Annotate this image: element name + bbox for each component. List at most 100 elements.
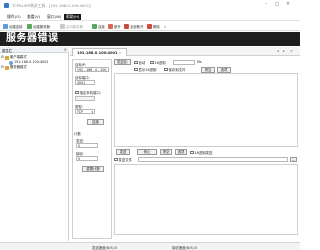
- connection-panel: 目标IP: 192 . 168 . 0 . 100 目标端口: 4001 指定本…: [70, 57, 300, 241]
- stop-send-button[interactable]: 停止: [137, 149, 157, 155]
- delete-button[interactable]: 删除: [147, 23, 160, 30]
- send-file-path-input[interactable]: [138, 157, 288, 162]
- start-server-button[interactable]: 启动服务器: [60, 23, 83, 30]
- menu-view[interactable]: 查看(V): [25, 14, 42, 20]
- folder-icon: [4, 55, 9, 60]
- create-connection-icon: [3, 24, 8, 29]
- checkbox-box: [75, 90, 79, 95]
- target-port-input[interactable]: 4001: [75, 80, 95, 85]
- create-connection-label: 创建连接: [9, 25, 23, 29]
- maximize-button[interactable]: □: [273, 2, 281, 8]
- properties-title: 属性栏: [2, 49, 13, 53]
- reset-count-button[interactable]: 重置计数: [82, 166, 104, 172]
- disconnect-all-icon: [124, 24, 129, 29]
- browse-file-button[interactable]: ...: [290, 157, 297, 162]
- banner-title: 服务器错误: [6, 33, 59, 44]
- tab-scroll-left-icon[interactable]: ◂: [277, 49, 279, 53]
- window-title: TCP&UDP测试工具 - [192.168.0.100:4001]: [12, 3, 91, 8]
- send-options-button[interactable]: 选项: [175, 149, 187, 155]
- chevron-down-icon: ▾: [91, 110, 93, 114]
- disconnect-button[interactable]: 断开: [108, 23, 121, 30]
- recv-speed-status: 接收速度(B/S):0: [172, 246, 198, 250]
- connect-icon: [92, 24, 97, 29]
- checkbox-box: [164, 67, 168, 72]
- connect-label: 连接: [98, 25, 105, 29]
- banner: 服务器错误: [0, 32, 300, 46]
- auto-send-checkbox[interactable]: 自动: [134, 60, 145, 65]
- specify-local-port-checkbox[interactable]: 指定本机端口:: [75, 90, 101, 95]
- recv-count-field: 0: [76, 156, 98, 161]
- app-icon: [4, 3, 9, 8]
- start-server-label: 启动服务器: [66, 25, 83, 29]
- type-select[interactable]: TCP ▾: [75, 109, 95, 114]
- disconnect-all-button[interactable]: 全部断开: [124, 23, 144, 30]
- menu-help[interactable]: 帮助(H): [64, 14, 82, 20]
- interval-input[interactable]: [173, 60, 195, 65]
- disconnect-all-label: 全部断开: [130, 25, 144, 29]
- save-to-file-label: 保存到文件: [168, 68, 186, 72]
- properties-close-icon[interactable]: ×: [64, 47, 67, 52]
- tree-item-label: 服务器模式: [9, 65, 27, 69]
- recv-hex-checkbox[interactable]: 16进制: [150, 60, 166, 65]
- hex-send-checkbox[interactable]: 16进制发送: [190, 150, 212, 155]
- tree-server-mode[interactable]: ⊟ 服务器模式: [1, 65, 67, 70]
- type-value: TCP: [77, 110, 83, 114]
- menu-operation[interactable]: 操作(O): [5, 14, 23, 20]
- count-label: 计数: [74, 132, 81, 136]
- send-file-label: 发送文件: [118, 158, 133, 162]
- checkbox-box: [134, 60, 138, 65]
- tab-scroll-right-icon[interactable]: ▸: [283, 49, 285, 53]
- send-file-checkbox[interactable]: 发送文件: [114, 157, 132, 162]
- send-area-label-button[interactable]: 发送区:: [114, 59, 131, 65]
- create-server-label: 创建服务器: [33, 25, 50, 29]
- title-bar: TCP&UDP测试工具 - [192.168.0.100:4001] – □ ✕: [0, 0, 300, 12]
- close-button[interactable]: ✕: [284, 2, 292, 8]
- checkbox-box: [190, 150, 194, 155]
- create-server-icon: [27, 24, 32, 29]
- receive-text-area[interactable]: [114, 73, 298, 147]
- send-clear-button[interactable]: 清空: [160, 149, 172, 155]
- sent-count-field: 0: [76, 143, 98, 148]
- connection-icon: [9, 60, 13, 65]
- checkbox-box: [150, 60, 154, 65]
- tab-close-icon[interactable]: ×: [119, 51, 122, 55]
- tab-label: 192.168.0.100:4001: [77, 50, 118, 55]
- minimize-button[interactable]: –: [262, 2, 270, 8]
- config-box: 目标IP: 192 . 168 . 0 . 100 目标端口: 4001 指定本…: [72, 59, 112, 239]
- connect-panel-button[interactable]: 连接: [87, 119, 104, 125]
- menu-window[interactable]: 窗口(W): [45, 14, 63, 20]
- hex-send-label: 16进制发送: [194, 151, 213, 155]
- folder-icon: [4, 65, 9, 70]
- send-speed-status: 发送速度(B/S):0: [92, 246, 118, 250]
- connection-tree: ⊟ 客户端模式 192.168.0.100:4001 ⊟ 服务器模式: [1, 55, 67, 70]
- tab-close-all-icon[interactable]: ×: [290, 49, 293, 53]
- save-to-file-checkbox[interactable]: 保存到文件: [164, 67, 185, 72]
- disconnect-label: 断开: [114, 25, 121, 29]
- checkbox-box: [114, 157, 118, 162]
- toolbar: 创建连接 创建服务器 启动服务器 连接 断开 全部断开 删除 »: [0, 22, 300, 31]
- interval-unit: Ms: [197, 60, 202, 64]
- properties-pane: 属性栏 × ⊟ 客户端模式 192.168.0.100:4001 ⊟ 服务器模式: [0, 47, 69, 241]
- connect-button[interactable]: 连接: [92, 23, 105, 30]
- display-hex-checkbox[interactable]: 显示16进制: [134, 67, 156, 72]
- local-port-input[interactable]: [75, 96, 95, 101]
- checkbox-box: [134, 67, 138, 72]
- collapse-icon[interactable]: ⊟: [1, 55, 4, 60]
- send-button[interactable]: 发送: [116, 149, 130, 155]
- create-connection-button[interactable]: 创建连接: [3, 23, 23, 30]
- toolbar-overflow-button[interactable]: »: [164, 23, 166, 30]
- create-server-button[interactable]: 创建服务器: [27, 23, 50, 30]
- start-server-icon: [60, 24, 65, 29]
- display-hex-label: 显示16进制: [138, 68, 157, 72]
- tab-connection[interactable]: 192.168.0.100:4001 ×: [72, 48, 127, 56]
- delete-icon: [147, 24, 152, 29]
- properties-header: 属性栏 ×: [0, 47, 69, 53]
- target-ip-input[interactable]: 192 . 168 . 0 . 100: [75, 67, 109, 72]
- tab-bar: 192.168.0.100:4001 × ◂ ▸ ×: [70, 47, 300, 56]
- status-bar: 发送速度(B/S):0 接收速度(B/S):0: [0, 242, 300, 250]
- auto-send-label: 自动: [138, 61, 146, 65]
- collapse-icon[interactable]: ⊟: [1, 65, 4, 70]
- send-text-area[interactable]: [114, 164, 298, 235]
- menu-bar: 操作(O) 查看(V) 窗口(W) 帮助(H): [0, 12, 300, 21]
- delete-label: 删除: [153, 25, 160, 29]
